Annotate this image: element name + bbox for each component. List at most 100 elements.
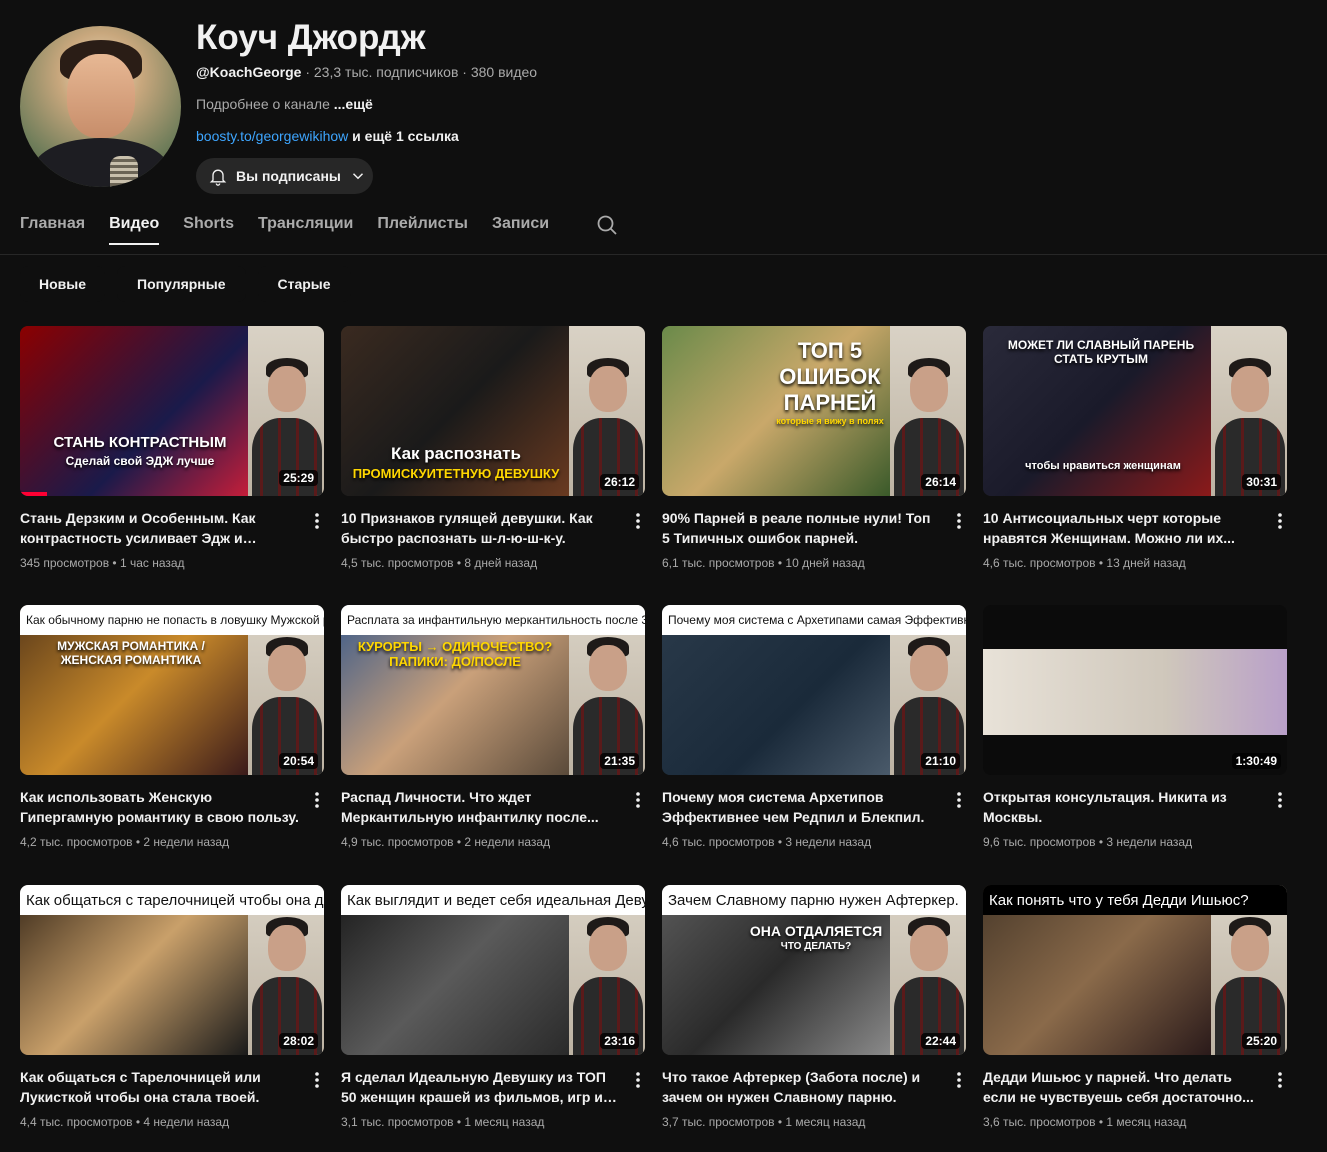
video-card[interactable]: Как общаться с тарелочницей чтобы она да… bbox=[20, 885, 324, 1145]
thumbnail-caption: Зачем Славному парню нужен Афтеркер. bbox=[662, 885, 966, 915]
search-icon[interactable] bbox=[595, 213, 619, 242]
tab-posts[interactable]: Записи bbox=[492, 215, 549, 243]
video-duration: 25:29 bbox=[279, 470, 318, 486]
channel-about-more[interactable]: ...ещё bbox=[334, 96, 373, 112]
video-thumbnail[interactable]: Расплата за инфантильную меркантильность… bbox=[341, 605, 645, 775]
bell-icon bbox=[209, 169, 227, 186]
video-title[interactable]: Стань Дерзким и Особенным. Как контрастн… bbox=[20, 508, 300, 548]
subscribed-button[interactable]: Вы подписаны bbox=[196, 158, 373, 194]
video-meta: 4,2 тыс. просмотров • 2 недели назад bbox=[20, 835, 230, 849]
thumbnail-caption: Как обычному парню не попасть в ловушку … bbox=[20, 605, 324, 635]
video-title[interactable]: Открытая консультация. Никита из Москвы. bbox=[983, 787, 1263, 827]
video-meta: 4,6 тыс. просмотров • 13 дней назад bbox=[983, 556, 1186, 570]
video-card[interactable]: СТАНЬ КОНТРАСТНЫМ Сделай свой ЭДЖ лучше 25… bbox=[20, 326, 324, 586]
video-meta: 4,6 тыс. просмотров • 3 недели назад bbox=[662, 835, 872, 849]
video-meta: 9,6 тыс. просмотров • 3 недели назад bbox=[983, 835, 1193, 849]
video-duration: 21:35 bbox=[600, 753, 639, 769]
more-vert-icon[interactable] bbox=[956, 512, 962, 535]
video-card[interactable]: Как распознать ПРОМИСКУИТЕТНУЮ ДЕВУШКУ 26:… bbox=[341, 326, 645, 586]
video-card[interactable]: Зачем Славному парню нужен Афтеркер. ОНА … bbox=[662, 885, 966, 1145]
thumbnail-headline: Как распознать bbox=[391, 444, 521, 463]
video-duration: 21:10 bbox=[921, 753, 960, 769]
video-title[interactable]: 10 Признаков гулящей девушки. Как быстро… bbox=[341, 508, 621, 548]
thumbnail-host bbox=[1211, 326, 1287, 496]
channel-header: Коуч Джордж @KoachGeorge · 23,3 тыс. под… bbox=[20, 18, 1310, 198]
thumbnail-headline: МУЖСКАЯ РОМАНТИКА / ЖЕНСКАЯ РОМАНТИКА bbox=[57, 639, 205, 667]
video-thumbnail[interactable]: Как выглядит и ведет себя идеальная Деву… bbox=[341, 885, 645, 1055]
channel-links: boosty.to/georgewikihow и ещё 1 ссылка bbox=[196, 128, 459, 144]
more-vert-icon[interactable] bbox=[635, 512, 641, 535]
channel-about[interactable]: Подробнее о канале ...ещё bbox=[196, 96, 373, 112]
tabs-divider bbox=[0, 254, 1327, 255]
video-title[interactable]: 10 Антисоциальных черт которые нравятся … bbox=[983, 508, 1263, 548]
more-vert-icon[interactable] bbox=[635, 1071, 641, 1094]
more-vert-icon[interactable] bbox=[956, 1071, 962, 1094]
more-vert-icon[interactable] bbox=[314, 512, 320, 535]
thumbnail-host bbox=[890, 326, 966, 496]
thumbnail-headline: КУРОРТЫ → ОДИНОЧЕСТВО? ПАПИКИ: ДО/ПОСЛЕ bbox=[357, 639, 553, 669]
thumbnail-headline: ТОП 5 ОШИБОК ПАРНЕЙ bbox=[779, 338, 881, 415]
video-title[interactable]: Как общаться с Тарелочницей или Лукистко… bbox=[20, 1067, 300, 1107]
video-duration: 26:14 bbox=[921, 474, 960, 490]
tab-shorts[interactable]: Shorts bbox=[183, 215, 234, 243]
video-thumbnail[interactable]: Как обычному парню не попасть в ловушку … bbox=[20, 605, 324, 775]
video-card[interactable]: Расплата за инфантильную меркантильность… bbox=[341, 605, 645, 865]
video-card[interactable]: МОЖЕТ ЛИ СЛАВНЫЙ ПАРЕНЬ СТАТЬ КРУТЫМ чтоб… bbox=[983, 326, 1287, 586]
thumbnail-caption: Расплата за инфантильную меркантильность… bbox=[341, 605, 645, 635]
chip-oldest[interactable]: Старые bbox=[257, 266, 351, 302]
video-thumbnail[interactable]: Как понять что у тебя Дедди Ишьюс? 25:20 bbox=[983, 885, 1287, 1055]
channel-more-links[interactable]: и ещё 1 ссылка bbox=[348, 128, 459, 144]
channel-link-url[interactable]: boosty.to/georgewikihow bbox=[196, 128, 348, 144]
channel-about-text: Подробнее о канале bbox=[196, 96, 334, 112]
more-vert-icon[interactable] bbox=[635, 791, 641, 814]
video-thumbnail[interactable]: СТАНЬ КОНТРАСТНЫМ Сделай свой ЭДЖ лучше 25… bbox=[20, 326, 324, 496]
video-title[interactable]: Распад Личности. Что ждет Меркантильную … bbox=[341, 787, 621, 827]
video-title[interactable]: Как использовать Женскую Гипергамную ром… bbox=[20, 787, 300, 827]
channel-name: Коуч Джордж bbox=[196, 18, 426, 57]
video-title[interactable]: Почему моя система Архетипов Эффективнее… bbox=[662, 787, 942, 827]
video-meta: 3,7 тыс. просмотров • 1 месяц назад bbox=[662, 1115, 866, 1129]
video-thumbnail[interactable]: Почему моя система с Архетипами самая Эф… bbox=[662, 605, 966, 775]
video-title[interactable]: Дедди Ишьюс у парней. Что делать если не… bbox=[983, 1067, 1263, 1107]
video-meta: 4,5 тыс. просмотров • 8 дней назад bbox=[341, 556, 538, 570]
video-thumbnail[interactable]: ТОП 5 ОШИБОК ПАРНЕЙ которые я вижу в поля… bbox=[662, 326, 966, 496]
video-duration: 25:20 bbox=[1242, 1033, 1281, 1049]
tab-home[interactable]: Главная bbox=[20, 215, 85, 243]
more-vert-icon[interactable] bbox=[314, 791, 320, 814]
video-duration: 28:02 bbox=[279, 1033, 318, 1049]
tab-live[interactable]: Трансляции bbox=[258, 215, 353, 243]
more-vert-icon[interactable] bbox=[1277, 1071, 1283, 1094]
video-card[interactable]: Как обычному парню не попасть в ловушку … bbox=[20, 605, 324, 865]
video-card[interactable]: Как выглядит и ведет себя идеальная Деву… bbox=[341, 885, 645, 1145]
sort-chips: Новые Популярные Старые bbox=[20, 266, 351, 302]
video-card[interactable]: Как понять что у тебя Дедди Ишьюс? 25:20 Д… bbox=[983, 885, 1287, 1145]
chip-newest[interactable]: Новые bbox=[20, 266, 106, 302]
tab-playlists[interactable]: Плейлисты bbox=[377, 215, 468, 243]
video-thumbnail[interactable]: Как распознать ПРОМИСКУИТЕТНУЮ ДЕВУШКУ 26:… bbox=[341, 326, 645, 496]
more-vert-icon[interactable] bbox=[1277, 791, 1283, 814]
video-thumbnail[interactable]: 1:30:49 bbox=[983, 605, 1287, 775]
video-thumbnail[interactable]: Зачем Славному парню нужен Афтеркер. ОНА … bbox=[662, 885, 966, 1055]
video-meta: 4,9 тыс. просмотров • 2 недели назад bbox=[341, 835, 551, 849]
more-vert-icon[interactable] bbox=[314, 1071, 320, 1094]
video-title[interactable]: Я сделал Идеальную Девушку из ТОП 50 жен… bbox=[341, 1067, 621, 1107]
video-card[interactable]: ТОП 5 ОШИБОК ПАРНЕЙ которые я вижу в поля… bbox=[662, 326, 966, 586]
video-card[interactable]: 1:30:49 Открытая консультация. Никита из … bbox=[983, 605, 1287, 865]
video-title[interactable]: Что такое Афтеркер (Забота после) и заче… bbox=[662, 1067, 942, 1107]
more-vert-icon[interactable] bbox=[956, 791, 962, 814]
video-thumbnail[interactable]: МОЖЕТ ЛИ СЛАВНЫЙ ПАРЕНЬ СТАТЬ КРУТЫМ чтоб… bbox=[983, 326, 1287, 496]
video-meta: 345 просмотров • 1 час назад bbox=[20, 556, 185, 570]
video-title[interactable]: 90% Парней в реале полные нули! Топ 5 Ти… bbox=[662, 508, 942, 548]
video-duration: 22:44 bbox=[921, 1033, 960, 1049]
more-vert-icon[interactable] bbox=[1277, 512, 1283, 535]
tab-videos[interactable]: Видео bbox=[109, 215, 160, 245]
video-thumbnail[interactable]: Как общаться с тарелочницей чтобы она да… bbox=[20, 885, 324, 1055]
chip-popular[interactable]: Популярные bbox=[117, 266, 246, 302]
video-card[interactable]: Почему моя система с Архетипами самая Эф… bbox=[662, 605, 966, 865]
video-duration: 26:12 bbox=[600, 474, 639, 490]
thumbnail-host bbox=[569, 326, 645, 496]
thumbnail-caption: Почему моя система с Архетипами самая Эф… bbox=[662, 605, 966, 635]
channel-avatar[interactable] bbox=[20, 26, 181, 187]
chevron-down-icon bbox=[352, 173, 363, 180]
channel-tabs: Главная Видео Shorts Трансляции Плейлист… bbox=[20, 215, 619, 255]
